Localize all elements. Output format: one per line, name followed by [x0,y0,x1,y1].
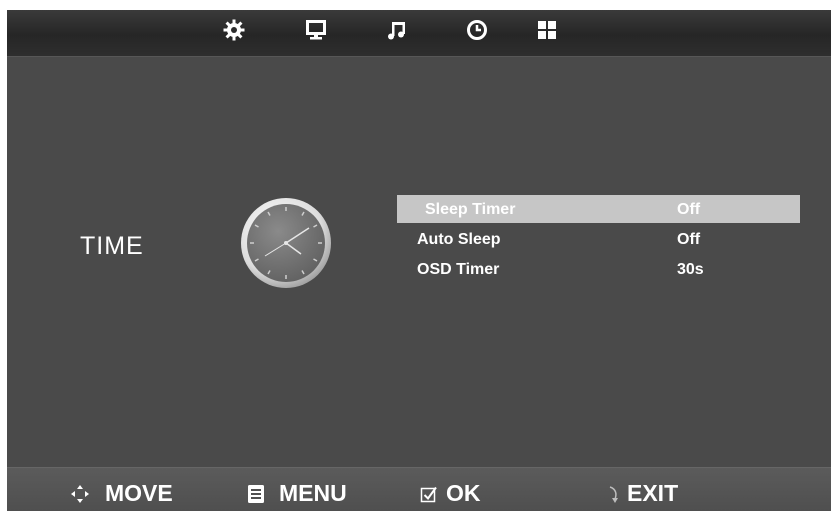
gear-icon [223,19,245,41]
tab-screen[interactable] [303,17,329,43]
menu-item-label: OSD Timer [417,261,500,278]
tab-setup[interactable] [534,17,560,43]
hint-menu[interactable]: MENU [247,480,347,507]
menu-item-value: Off [677,231,701,248]
tab-time[interactable] [464,17,490,43]
hint-menu-label: MENU [279,480,347,506]
menu-item-label: Auto Sleep [417,231,501,248]
checkbox-icon [420,485,438,503]
category-tab-bar [7,10,831,57]
menu-item-osd-timer[interactable]: OSD Timer 30s [397,255,800,283]
monitor-icon [306,20,326,40]
move-arrows-icon [69,483,91,505]
music-note-icon [388,22,405,40]
section-title: TIME [80,232,144,260]
tab-sound[interactable] [384,17,410,43]
menu-item-sleep-timer[interactable]: Sleep Timer Off [397,195,800,223]
hint-exit-label: EXIT [627,480,679,506]
hint-ok[interactable]: OK [420,480,481,507]
menu-item-label: Sleep Timer [425,201,516,218]
menu-item-auto-sleep[interactable]: Auto Sleep Off [397,225,800,253]
exit-arrow-icon [607,484,621,504]
clock-icon [467,20,487,40]
hint-move[interactable]: MOVE [69,480,173,507]
menu-item-value: Off [677,201,701,218]
tab-picture-settings[interactable] [221,17,247,43]
time-menu-list: Sleep Timer Off Auto Sleep Off OSD Timer… [397,195,800,285]
osd-screen: TIME Sleep Timer Off Auto Sleep Off OSD … [7,10,831,511]
section-clock-icon [239,196,333,295]
hint-ok-label: OK [446,480,481,506]
button-hint-bar: MOVE MENU OK EXIT [7,467,831,511]
menu-item-value: 30s [677,261,704,278]
hint-exit[interactable]: EXIT [607,480,678,507]
hint-move-label: MOVE [105,480,173,506]
menu-key-icon [247,484,265,504]
grid-icon [538,21,556,39]
